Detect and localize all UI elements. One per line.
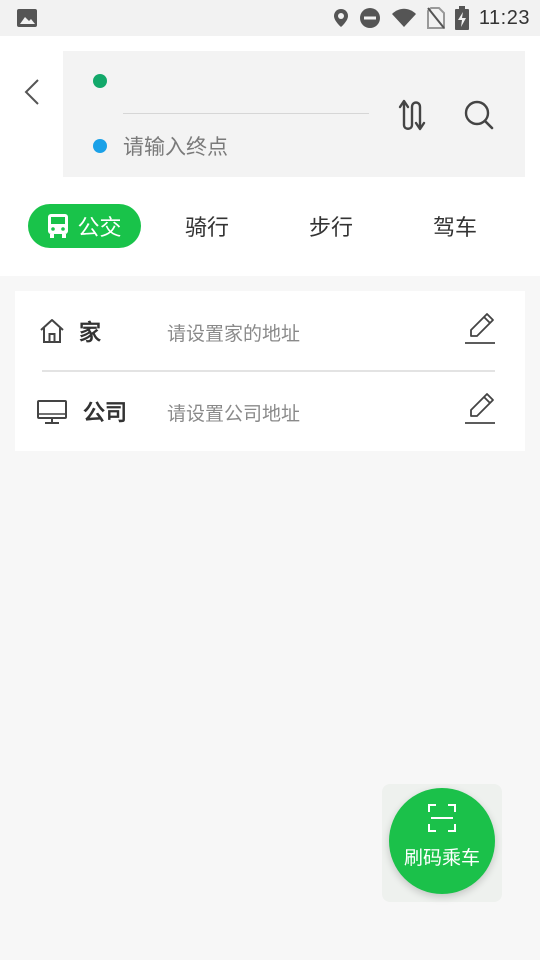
home-address-row[interactable]: 家 请设置家的地址 — [15, 291, 525, 371]
tab-cycling-label: 骑行 — [184, 216, 229, 241]
route-input-box — [63, 51, 525, 177]
do-not-disturb-icon — [359, 8, 380, 28]
image-icon — [17, 9, 37, 27]
clock: 11:23 — [478, 6, 530, 29]
home-label: 家 — [79, 321, 102, 346]
search-button[interactable] — [459, 95, 499, 135]
wifi-icon — [391, 8, 416, 27]
company-label: 公司 — [83, 401, 128, 426]
address-card: 家 请设置家的地址 公司 请设置公司地址 — [15, 291, 525, 451]
transport-mode-tabs: 公交 骑行 步行 驾车 — [0, 204, 540, 248]
destination-input[interactable] — [123, 129, 369, 165]
bus-icon — [48, 214, 69, 238]
tab-bus-label: 公交 — [77, 216, 122, 241]
tab-driving[interactable]: 驾车 — [418, 204, 492, 248]
tab-driving-label: 驾车 — [432, 216, 477, 241]
home-address-hint[interactable]: 请设置家的地址 — [167, 319, 300, 346]
swap-route-icon — [398, 99, 426, 131]
tab-bus[interactable]: 公交 — [28, 204, 141, 248]
location-icon — [333, 9, 348, 27]
tab-cycling[interactable]: 骑行 — [170, 204, 244, 248]
home-icon — [40, 319, 64, 343]
chevron-left-icon — [24, 79, 39, 105]
search-icon — [464, 100, 494, 130]
status-bar: 11:23 — [0, 0, 540, 36]
company-address-row[interactable]: 公司 请设置公司地址 — [15, 371, 525, 451]
monitor-icon — [37, 400, 67, 424]
tab-walking[interactable]: 步行 — [294, 204, 368, 248]
tab-walking-label: 步行 — [308, 216, 353, 241]
battery-charging-icon — [454, 6, 469, 30]
swap-button[interactable] — [395, 95, 435, 135]
edit-pencil-icon[interactable] — [463, 391, 497, 427]
scan-to-ride-label: 刷码乘车 — [403, 847, 480, 869]
back-button[interactable] — [18, 76, 46, 108]
start-dot — [93, 74, 107, 88]
end-dot — [93, 139, 107, 153]
route-divider — [123, 113, 369, 114]
company-address-hint[interactable]: 请设置公司地址 — [167, 399, 300, 426]
no-sim-icon — [426, 7, 445, 29]
start-input[interactable] — [123, 65, 369, 99]
scan-to-ride-button[interactable]: 刷码乘车 — [389, 788, 495, 894]
scan-icon — [428, 804, 456, 832]
route-header: 公交 骑行 步行 驾车 — [0, 36, 540, 276]
edit-pencil-icon[interactable] — [463, 311, 497, 347]
